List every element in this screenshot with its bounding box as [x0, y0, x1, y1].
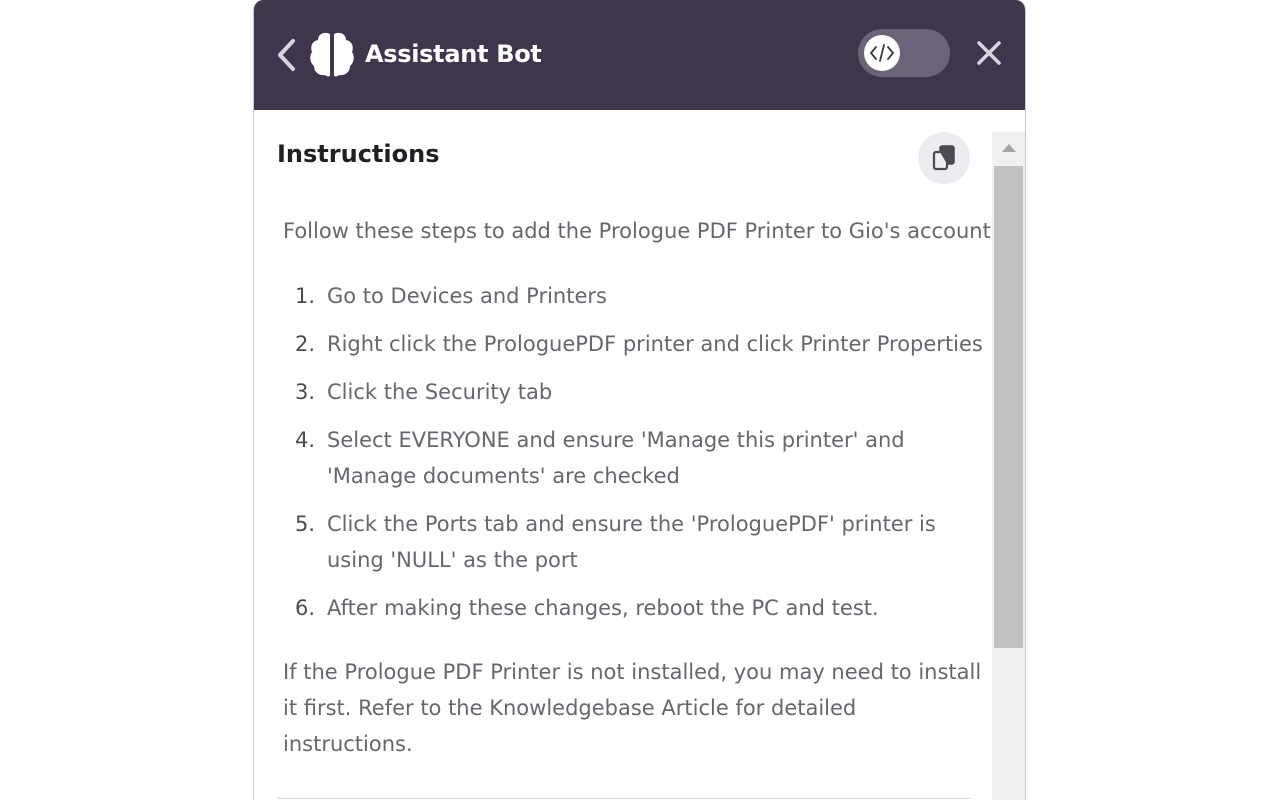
back-button[interactable] [274, 38, 300, 72]
list-item: 1. Go to Devices and Printers [283, 278, 983, 314]
divider [277, 798, 970, 799]
list-item: 2. Right click the ProloguePDF printer a… [283, 326, 983, 362]
step-number: 5. [295, 512, 316, 536]
step-number: 4. [295, 428, 316, 452]
list-item: 6. After making these changes, reboot th… [283, 590, 983, 626]
brain-icon [309, 30, 355, 78]
step-text: Click the Ports tab and ensure the 'Prol… [327, 512, 936, 572]
code-view-toggle[interactable] [858, 29, 950, 77]
scroll-thumb[interactable] [994, 166, 1023, 648]
panel-header: Assistant Bot [254, 0, 1025, 110]
code-icon [870, 44, 894, 62]
step-number: 3. [295, 380, 316, 404]
close-icon [977, 41, 1001, 65]
chevron-left-icon [278, 39, 295, 71]
scroll-up-arrow-icon [1001, 144, 1016, 152]
bot-title: Assistant Bot [365, 40, 542, 68]
toggle-knob [864, 35, 900, 71]
outro-text: If the Prologue PDF Printer is not insta… [283, 660, 982, 756]
list-item: 4. Select EVERYONE and ensure 'Manage th… [283, 422, 983, 494]
vertical-scrollbar[interactable] [992, 132, 1025, 800]
scroll-up-button[interactable] [992, 132, 1025, 164]
intro-text: Follow these steps to add the Prologue P… [283, 219, 998, 243]
list-item: 5. Click the Ports tab and ensure the 'P… [283, 506, 983, 578]
step-text: Click the Security tab [327, 380, 553, 404]
copy-button[interactable] [918, 132, 970, 184]
step-number: 2. [295, 332, 316, 356]
close-button[interactable] [976, 40, 1002, 66]
step-number: 6. [295, 596, 316, 620]
step-text: Go to Devices and Printers [327, 284, 607, 308]
section-title: Instructions [277, 140, 440, 168]
step-text: After making these changes, reboot the P… [327, 596, 879, 620]
assistant-panel: Assistant Bot Instructions Follow these … [253, 0, 1026, 800]
instructions-content: Instructions Follow these steps to add t… [254, 110, 998, 800]
step-text: Select EVERYONE and ensure 'Manage this … [327, 428, 905, 488]
steps-list: 1. Go to Devices and Printers 2. Right c… [283, 278, 983, 638]
step-number: 1. [295, 284, 316, 308]
step-text: Right click the ProloguePDF printer and … [327, 332, 983, 356]
list-item: 3. Click the Security tab [283, 374, 983, 410]
copy-icon [932, 145, 955, 171]
